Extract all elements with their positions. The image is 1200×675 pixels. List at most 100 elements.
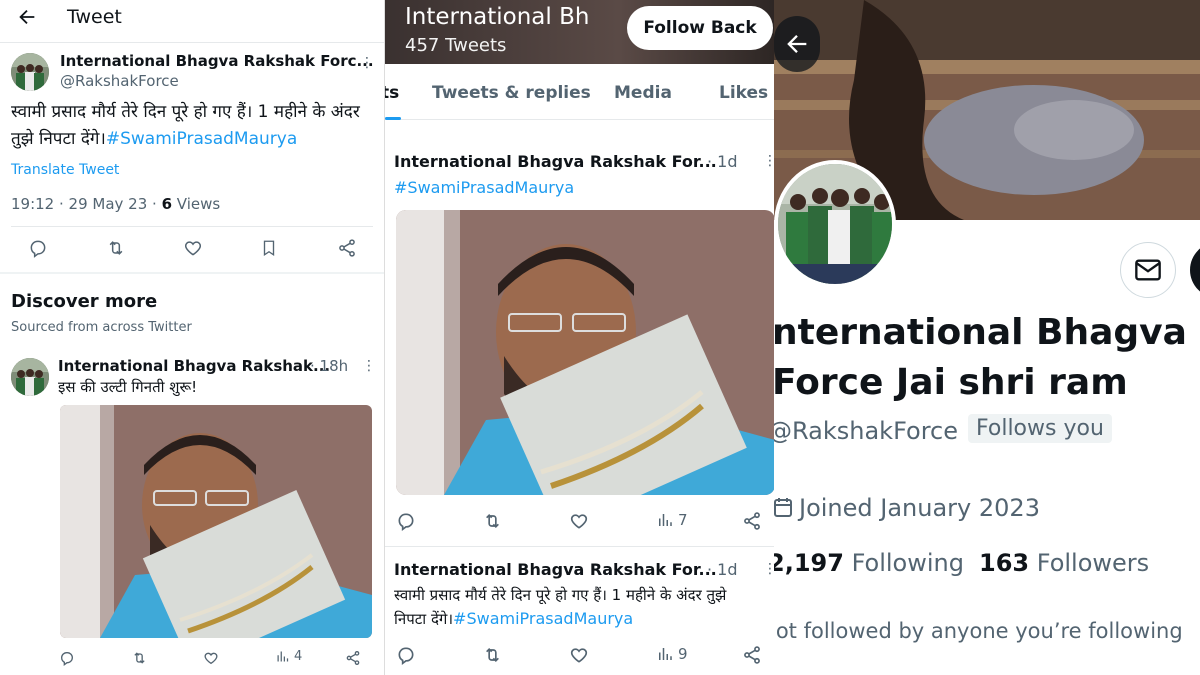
reply-icon — [59, 650, 75, 666]
tweet-photo[interactable] — [60, 405, 372, 638]
tweet-text: स्वामी प्रसाद मौर्य तेरे दिन पूरे हो गए … — [11, 99, 376, 153]
views-icon — [656, 511, 674, 529]
share-button[interactable] — [345, 650, 361, 666]
retweet-icon — [482, 511, 503, 531]
tab-tweets-replies[interactable]: Tweets & replies — [432, 83, 591, 103]
tweet-photo[interactable] — [396, 210, 774, 495]
discover-title: Discover more — [11, 291, 158, 312]
mail-icon — [1134, 257, 1162, 283]
tweet-text-line: स्वामी प्रसाद मौर्य तेरे दिन पूरे हो गए … — [394, 586, 727, 604]
share-icon[interactable] — [337, 238, 357, 258]
not-followed-note: lot followed by anyone you’re following — [774, 619, 1183, 643]
header-tweet-count: 457 Tweets — [405, 35, 507, 56]
tweet-time: · 1d — [707, 152, 738, 171]
retweet-button[interactable] — [482, 645, 503, 665]
back-button[interactable] — [774, 16, 820, 72]
views-count: 7 — [678, 511, 688, 529]
display-name-line2: Force Jai shri ram — [774, 362, 1128, 403]
bookmark-icon[interactable] — [260, 238, 278, 258]
reply-icon — [396, 511, 416, 531]
more-icon[interactable]: ⋮ — [360, 55, 374, 71]
header-name: International Bh — [405, 4, 590, 30]
views-count: 6 — [161, 195, 172, 213]
related-author-name[interactable]: International Bhagva Rakshak... — [58, 357, 330, 375]
back-arrow-icon — [783, 30, 811, 58]
header-title: Tweet — [67, 6, 122, 28]
display-name-line1: nternational Bhagva Ra — [774, 312, 1200, 353]
followers-label: Followers — [1036, 549, 1150, 577]
following-label: Following — [851, 549, 964, 577]
author-handle[interactable]: @RakshakForce — [60, 72, 179, 90]
tweet-detail-panel: Tweet International Bhagva Rakshak Forc.… — [0, 0, 384, 675]
reply-button[interactable] — [396, 511, 416, 531]
joined-date: Joined January 2023 — [799, 494, 1040, 522]
retweet-icon — [482, 645, 503, 665]
tweet-text-line: निपटा देंगे।#SwamiPrasadMaurya — [394, 609, 633, 629]
views-count: 9 — [678, 645, 688, 663]
followers-count: 163 — [979, 549, 1030, 577]
tab-likes[interactable]: Likes — [719, 83, 768, 103]
hashtag-link[interactable]: #SwamiPrasadMaurya — [453, 609, 633, 628]
views-icon — [275, 649, 290, 664]
follows-you-badge: Follows you — [968, 414, 1112, 443]
avatar[interactable] — [11, 358, 49, 396]
more-icon[interactable]: ⋮ — [763, 153, 774, 169]
like-button[interactable] — [203, 650, 219, 666]
profile-avatar[interactable] — [774, 160, 896, 288]
reply-icon — [396, 645, 416, 665]
hashtag-link[interactable]: #SwamiPrasadMaurya — [106, 129, 297, 149]
views-button[interactable]: 9 — [656, 645, 688, 663]
views-count: 4 — [294, 649, 303, 664]
translate-link[interactable]: Translate Tweet — [11, 162, 119, 178]
follow-back-button[interactable]: Follow Back — [627, 6, 773, 50]
following-stat[interactable]: 2,197 Following — [774, 549, 964, 577]
like-button[interactable] — [569, 645, 589, 665]
tweet-meta: 19:12 · 29 May 23 · 6 Views — [11, 195, 220, 213]
tweet-author-name[interactable]: International Bhagva Rakshak For... — [394, 152, 717, 171]
share-button[interactable] — [742, 511, 762, 531]
more-icon[interactable]: ⋮ — [362, 358, 376, 374]
profile-handle: @RakshakForce — [774, 417, 959, 445]
reply-button[interactable] — [59, 650, 75, 666]
retweet-icon — [131, 650, 148, 666]
calendar-icon — [774, 496, 792, 518]
like-icon — [569, 645, 589, 665]
views-button[interactable]: 7 — [656, 511, 688, 529]
like-button[interactable] — [569, 511, 589, 531]
follow-button[interactable] — [1190, 242, 1200, 298]
more-icon[interactable]: ⋮ — [763, 561, 774, 577]
like-icon[interactable] — [183, 238, 203, 258]
discover-subtitle: Sourced from across Twitter — [11, 320, 192, 335]
reply-icon[interactable] — [28, 238, 48, 258]
tweet-text-end: निपटा देंगे। — [394, 610, 454, 628]
avatar[interactable] — [11, 53, 49, 91]
related-text: इस की उल्टी गिनती शुरू! — [58, 378, 198, 396]
tab-media[interactable]: Media — [614, 83, 672, 103]
share-icon — [345, 650, 361, 666]
like-icon — [203, 650, 219, 666]
hashtag-link[interactable]: #SwamiPrasadMaurya — [394, 178, 574, 197]
share-icon — [742, 511, 762, 531]
like-icon — [569, 511, 589, 531]
followers-stat[interactable]: 163 Followers — [979, 549, 1149, 577]
profile-tweets-panel: International Bh 457 Tweets Follow Back … — [384, 0, 774, 675]
views-button[interactable]: 4 — [275, 649, 302, 664]
views-icon — [656, 645, 674, 663]
retweet-icon[interactable] — [105, 238, 127, 258]
back-arrow-icon[interactable] — [16, 6, 38, 28]
profile-panel: nternational Bhagva Ra Force Jai shri ra… — [774, 0, 1200, 675]
profile-tabs: ts Tweets & replies Media Likes — [385, 64, 774, 120]
retweet-button[interactable] — [482, 511, 503, 531]
timestamp: 19:12 · 29 May 23 · — [11, 195, 162, 213]
views-label: Views — [172, 195, 221, 213]
tweet-author-name[interactable]: International Bhagva Rakshak For... — [394, 560, 717, 579]
message-button[interactable] — [1120, 242, 1176, 298]
tweet-time: · 1d — [707, 560, 738, 579]
tab-active-indicator — [385, 117, 401, 120]
tab-tweets[interactable]: ts — [385, 83, 399, 103]
retweet-button[interactable] — [131, 650, 148, 666]
following-count: 2,197 — [774, 549, 844, 577]
share-button[interactable] — [742, 645, 762, 665]
reply-button[interactable] — [396, 645, 416, 665]
author-name[interactable]: International Bhagva Rakshak Forc... — [60, 52, 374, 70]
